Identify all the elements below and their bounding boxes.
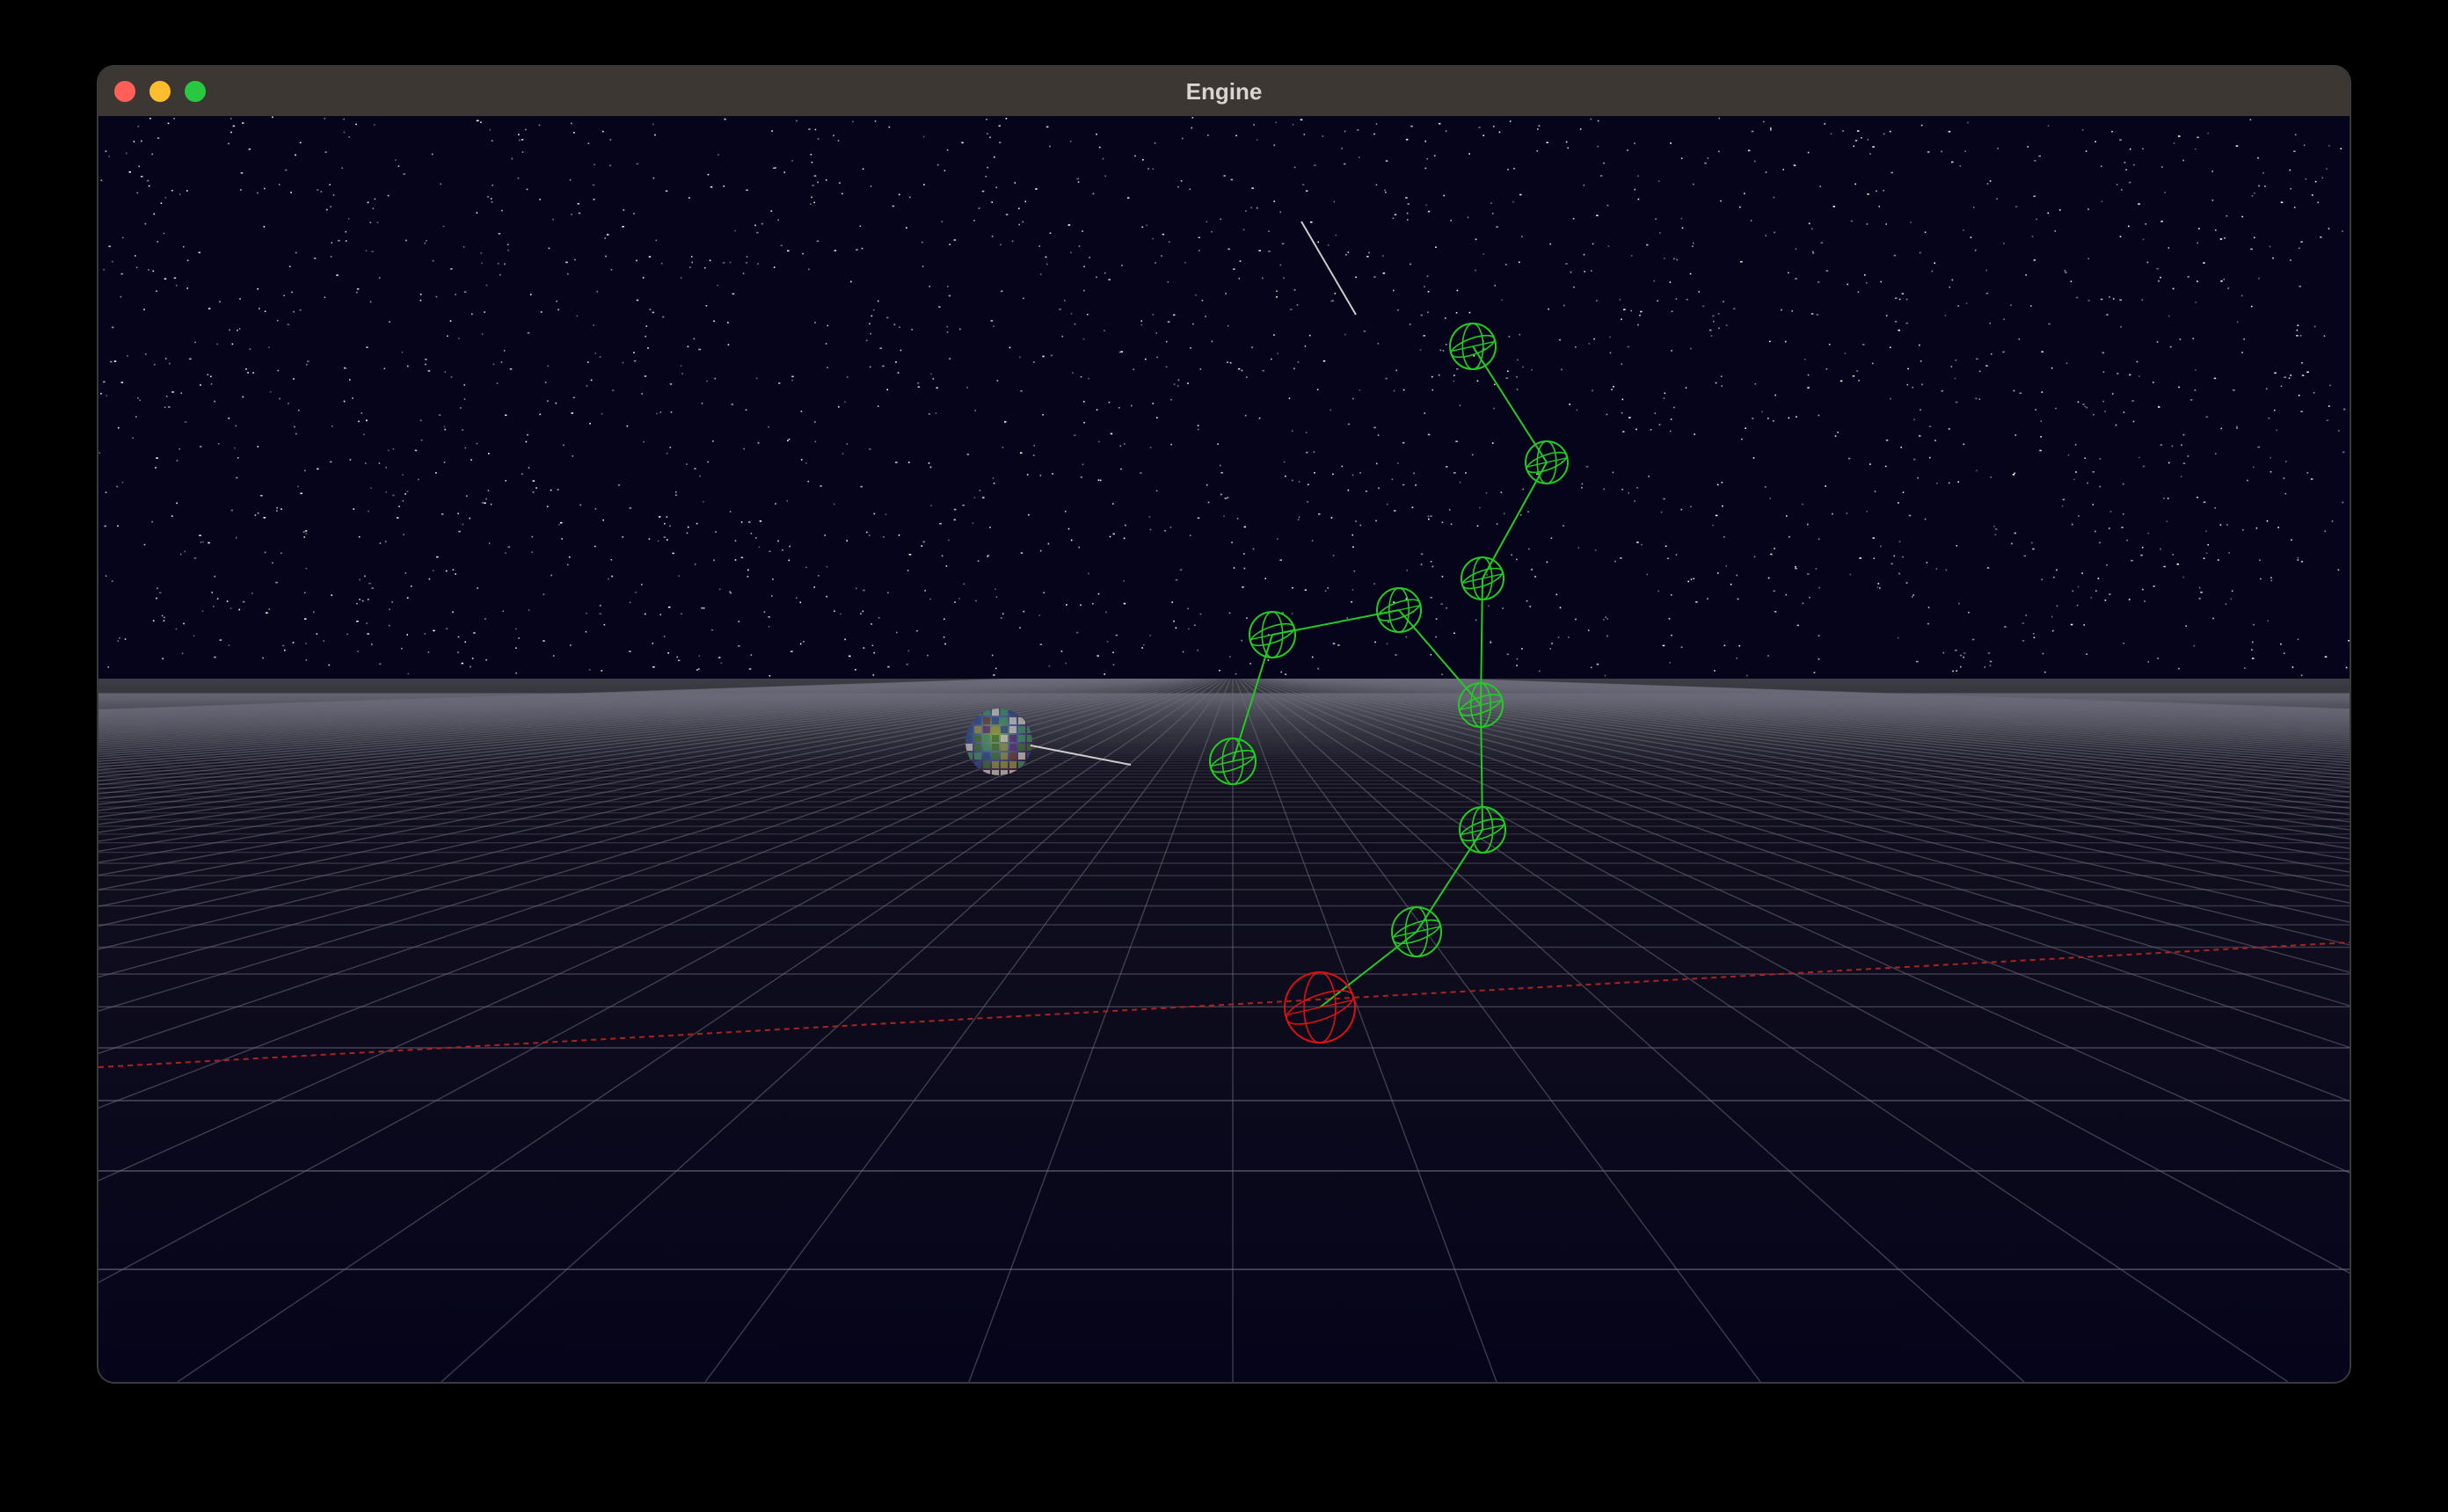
title-bar[interactable]: Engine — [98, 67, 2350, 118]
render-viewport[interactable] — [98, 116, 2350, 1382]
sky-background — [98, 116, 2350, 679]
app-window: Engine — [98, 67, 2350, 1382]
window-title: Engine — [1185, 78, 1263, 105]
scene-canvas[interactable] — [98, 116, 2350, 1382]
